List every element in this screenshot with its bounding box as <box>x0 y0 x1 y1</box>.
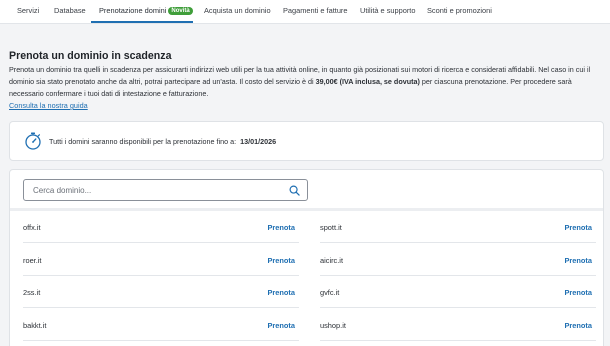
domain-row: ushop.it Prenota <box>320 309 596 341</box>
tab-prenotazione-domini[interactable]: Prenotazione domini Novità <box>99 6 193 16</box>
stopwatch-icon <box>25 132 41 150</box>
domain-name: 2ss.it <box>23 288 41 297</box>
reserve-button[interactable]: Prenota <box>564 288 592 297</box>
page-description: Prenota un dominio tra quelli in scadenz… <box>9 64 601 100</box>
domain-row: gvfc.it Prenota <box>320 276 596 308</box>
domain-row: bakkt.it Prenota <box>23 309 299 341</box>
reserve-button[interactable]: Prenota <box>564 223 592 232</box>
tab-pagamenti-fatture[interactable]: Pagamenti e fatture <box>283 6 348 15</box>
domain-row: 2ss.it Prenota <box>23 276 299 308</box>
reserve-button[interactable]: Prenota <box>267 256 295 265</box>
search-icon[interactable] <box>289 185 300 196</box>
availability-text: Tutti i domini saranno disponibili per l… <box>49 137 276 146</box>
domain-row: offx.it Prenota <box>23 211 299 243</box>
search-box <box>23 179 308 201</box>
availability-info-card: Tutti i domini saranno disponibili per l… <box>9 121 604 161</box>
domain-row: roer.it Prenota <box>23 244 299 276</box>
tab-acquista-dominio[interactable]: Acquista un dominio <box>204 6 271 15</box>
domain-name: offx.it <box>23 223 41 232</box>
tab-sconti-promozioni[interactable]: Sconti e promozioni <box>427 6 492 15</box>
search-input[interactable] <box>33 184 283 197</box>
domain-name: aicirc.it <box>320 256 343 265</box>
page-title: Prenota un dominio in scadenza <box>9 50 172 62</box>
tab-label: Prenotazione domini <box>99 6 167 15</box>
guide-link[interactable]: Consulta la nostra guida <box>9 101 88 110</box>
reserve-button[interactable]: Prenota <box>564 256 592 265</box>
reserve-button[interactable]: Prenota <box>564 321 592 330</box>
domain-name: ushop.it <box>320 321 346 330</box>
availability-date: 13/01/2026 <box>240 137 277 146</box>
domain-name: bakkt.it <box>23 321 47 330</box>
reserve-button[interactable]: Prenota <box>267 223 295 232</box>
tab-utilita-supporto[interactable]: Utilità e supporto <box>360 6 415 15</box>
tab-servizi[interactable]: Servizi <box>17 6 39 15</box>
domain-row: spott.it Prenota <box>320 211 596 243</box>
availability-label: Tutti i domini saranno disponibili per l… <box>49 137 237 146</box>
reserve-button[interactable]: Prenota <box>267 321 295 330</box>
desc-price: 39,00€ (IVA inclusa, se dovuta) <box>315 77 420 86</box>
reserve-button[interactable]: Prenota <box>267 288 295 297</box>
top-navigation: Servizi Database Prenotazione domini Novi… <box>0 0 610 24</box>
domain-row: aicirc.it Prenota <box>320 244 596 276</box>
domain-name: spott.it <box>320 223 342 232</box>
domain-name: gvfc.it <box>320 288 340 297</box>
active-tab-indicator <box>91 21 193 23</box>
domain-list-card: offx.it Prenota roer.it Prenota 2ss.it P… <box>9 169 604 346</box>
new-badge: Novità <box>168 7 193 15</box>
domain-name: roer.it <box>23 256 42 265</box>
tab-database[interactable]: Database <box>54 6 86 15</box>
